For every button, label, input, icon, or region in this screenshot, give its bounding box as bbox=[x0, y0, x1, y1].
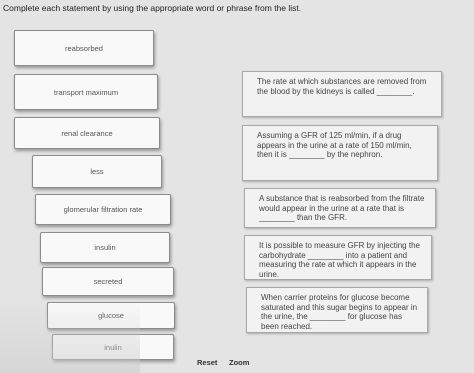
statement-text: The rate at which substances are removed… bbox=[257, 77, 427, 96]
word-chip-insulin[interactable]: insulin bbox=[40, 232, 170, 263]
statement-card-2[interactable]: Assuming a GFR of 125 ml/min, if a drug … bbox=[242, 125, 438, 181]
statement-text: When carrier proteins for glucose become… bbox=[261, 293, 418, 331]
zoom-button[interactable]: Zoom bbox=[229, 358, 249, 367]
word-chip-glomerular-filtration-rate[interactable]: glomerular filtration rate bbox=[35, 194, 171, 225]
word-chip-renal-clearance[interactable]: renal clearance bbox=[14, 117, 160, 149]
word-chip-transport-maximum[interactable]: transport maximum bbox=[14, 74, 158, 110]
instructions-text: Complete each statement by using the app… bbox=[3, 3, 302, 13]
statement-text: Assuming a GFR of 125 ml/min, if a drug … bbox=[257, 131, 412, 160]
word-chip-glucose[interactable]: glucose bbox=[47, 302, 175, 329]
statement-text: It is possible to measure GFR by injecti… bbox=[259, 241, 420, 279]
word-chip-reabsorbed[interactable]: reabsorbed bbox=[14, 30, 154, 66]
word-chip-less[interactable]: less bbox=[32, 155, 162, 188]
reset-button[interactable]: Reset bbox=[197, 358, 217, 367]
statement-text: A substance that is reabsorbed from the … bbox=[259, 194, 425, 223]
statement-card-1[interactable]: The rate at which substances are removed… bbox=[242, 71, 442, 117]
word-chip-secreted[interactable]: secreted bbox=[42, 267, 174, 296]
statement-card-4[interactable]: It is possible to measure GFR by injecti… bbox=[244, 235, 432, 280]
word-chip-inulin[interactable]: inulin bbox=[52, 334, 174, 360]
statement-card-3[interactable]: A substance that is reabsorbed from the … bbox=[244, 188, 436, 228]
statement-card-5[interactable]: When carrier proteins for glucose become… bbox=[246, 287, 428, 333]
